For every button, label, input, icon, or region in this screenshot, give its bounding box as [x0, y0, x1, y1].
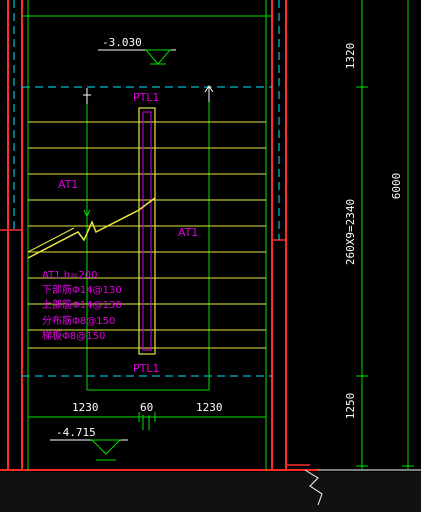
dim-right-mid: 260X9=2340 — [344, 199, 357, 265]
dim-right-top: 1320 — [344, 43, 357, 70]
cut-line — [27, 197, 156, 259]
stringer-outer — [138, 107, 156, 355]
treads — [28, 121, 266, 349]
note-line-1: AT1 h=200 — [42, 270, 98, 281]
dim-bottom-right: 1230 — [196, 401, 223, 414]
note-line-5: 梯板Φ8@150 — [42, 329, 105, 342]
beam-label-top: PTL1 — [133, 91, 159, 104]
dim-right-ticks — [356, 86, 414, 467]
dim-bottom-mid: 60 — [140, 401, 153, 414]
note-line-3: 上部筋Φ14@130 — [42, 298, 122, 311]
note-line-4: 分布筋Φ8@150 — [42, 314, 115, 327]
dim-right-total-text: 6000 — [390, 173, 403, 200]
flight-label-right: AT1 — [178, 226, 198, 239]
level-bottom-text: -4.715 — [56, 426, 96, 439]
level-top-text: -3.030 — [102, 36, 142, 49]
cut-line-2 — [27, 227, 75, 253]
rebar-note: AT1 h=200 下部筋Φ14@130 上部筋Φ14@130 分布筋Φ8@15… — [42, 270, 122, 342]
beam-label-bottom: PTL1 — [133, 362, 159, 375]
level-top-triangle — [144, 49, 172, 65]
stair-plan-drawing: -3.030 -4.715 PTL1 PTL1 AT1 AT1 AT1 h=20… — [0, 0, 421, 512]
level-bottom-triangle — [90, 439, 122, 455]
dim-bottom-left: 1230 — [72, 401, 99, 414]
dim-right-bottom: 1250 — [344, 393, 357, 420]
ground-hatch — [0, 472, 421, 512]
note-line-2: 下部筋Φ14@130 — [42, 283, 122, 296]
flight-label-left: AT1 — [58, 178, 78, 191]
